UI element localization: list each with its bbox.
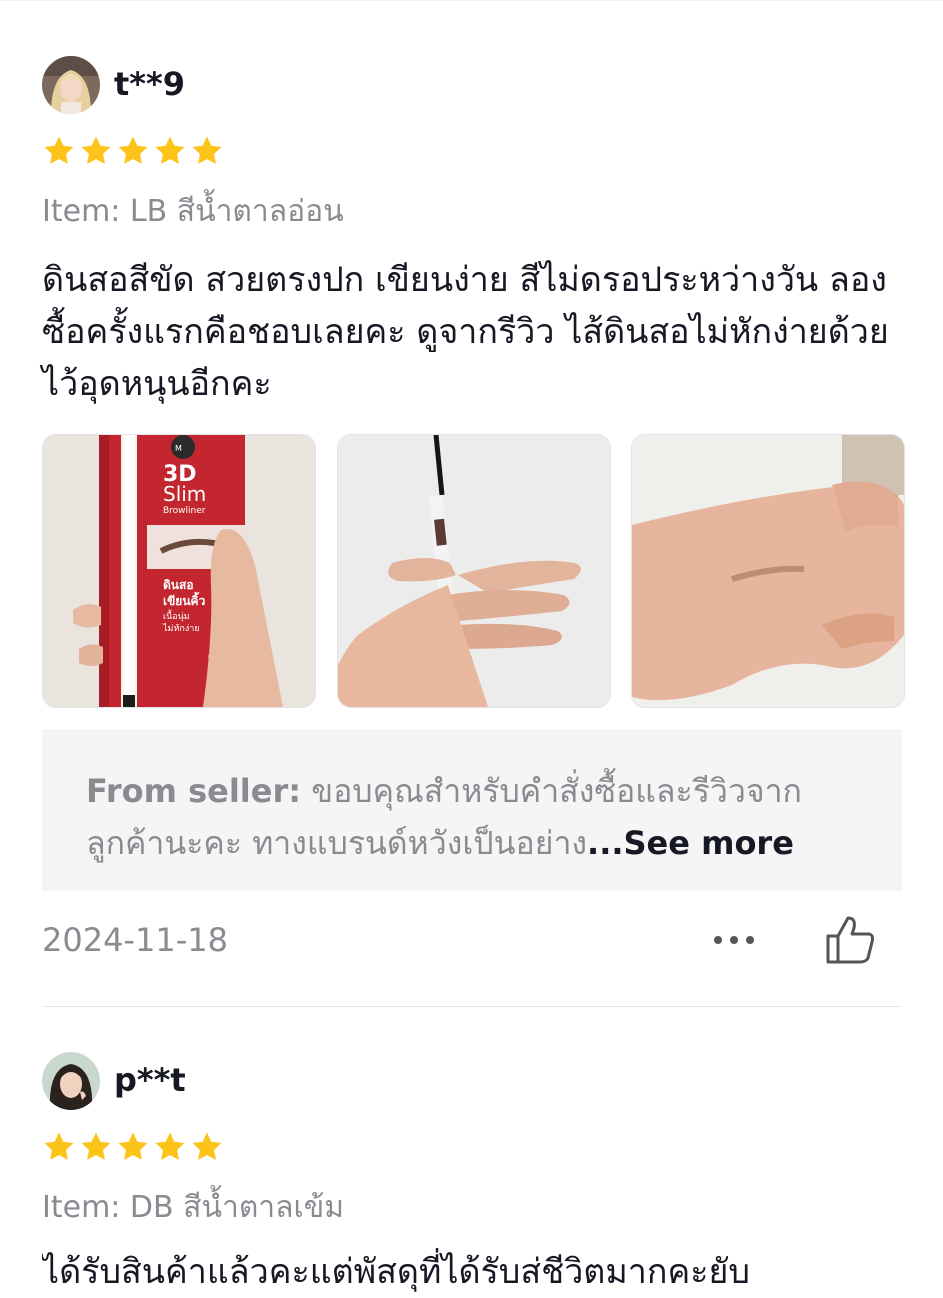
more-dots-icon[interactable] bbox=[710, 930, 758, 950]
review-photo-1[interactable]: M 3D Slim Browliner ดินสอ เขียนคิ้ว เนื้… bbox=[42, 434, 316, 708]
star-icon bbox=[81, 136, 111, 164]
review-text: ได้รับสินค้าแล้วคะแต่พัสดุที่ได้รับส่ชีว… bbox=[42, 1252, 750, 1292]
star-icon bbox=[192, 1132, 222, 1160]
thumbs-up-icon[interactable] bbox=[822, 912, 878, 968]
package-brand: M bbox=[175, 444, 182, 453]
review-date: 2024-11-18 bbox=[42, 921, 228, 959]
star-icon bbox=[44, 1132, 74, 1160]
package-subtitle: Browliner bbox=[163, 506, 206, 516]
review-card-1: t**9 Item: LB สีน้ำตาลอ่อน ดินสอสีขัด สว… bbox=[0, 0, 943, 1006]
package-thai-4: ไม่หักง่าย bbox=[162, 623, 200, 634]
star-icon bbox=[118, 1132, 148, 1160]
star-icon bbox=[118, 136, 148, 164]
see-more-link[interactable]: ...See more bbox=[587, 824, 794, 862]
seller-reply: From seller: ขอบคุณสำหรับคำสั่งซื้อและรี… bbox=[42, 729, 902, 891]
package-thai-2: เขียนคิ้ว bbox=[163, 591, 206, 608]
review-card-2: p**t Item: DB สีน้ำตาลเข้ม ได้รับสินค้าแ… bbox=[0, 1006, 943, 1292]
review-photo-3[interactable] bbox=[631, 434, 905, 708]
rating-stars bbox=[42, 1130, 224, 1164]
reviewer-username[interactable]: p**t bbox=[114, 1060, 186, 1100]
item-variant: Item: LB สีน้ำตาลอ่อน bbox=[42, 194, 344, 229]
rating-stars bbox=[42, 134, 224, 168]
package-thai-1: ดินสอ bbox=[163, 578, 194, 592]
star-icon bbox=[192, 136, 222, 164]
seller-reply-text: From seller: ขอบคุณสำหรับคำสั่งซื้อและรี… bbox=[86, 765, 876, 869]
reviewer-username[interactable]: t**9 bbox=[114, 64, 185, 104]
avatar-user-2[interactable] bbox=[42, 1052, 100, 1110]
review-text: ดินสอสีขัด สวยตรงปก เขียนง่าย สีไม่ดรอปร… bbox=[42, 260, 889, 404]
seller-label: From seller: bbox=[86, 772, 302, 810]
star-icon bbox=[44, 136, 74, 164]
review-photo-2[interactable] bbox=[337, 434, 611, 708]
star-icon bbox=[155, 136, 185, 164]
package-title-slim: Slim bbox=[163, 482, 206, 506]
avatar-user-1[interactable] bbox=[42, 56, 100, 114]
item-variant: Item: DB สีน้ำตาลเข้ม bbox=[42, 1190, 345, 1225]
star-icon bbox=[155, 1132, 185, 1160]
star-icon bbox=[81, 1132, 111, 1160]
